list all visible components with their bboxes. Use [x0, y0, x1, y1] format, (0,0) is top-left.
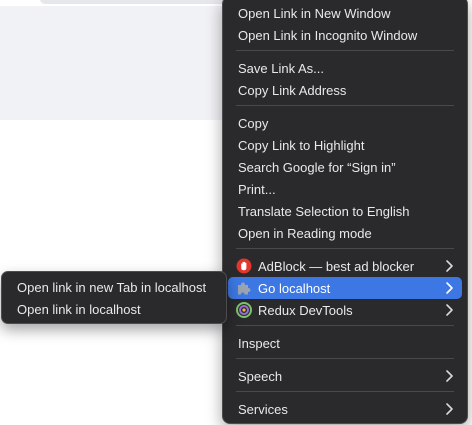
menu-separator [236, 248, 454, 249]
menu-item-label: Save Link As... [238, 60, 324, 76]
menu-item-open-link-incognito[interactable]: Open Link in Incognito Window [228, 24, 462, 46]
redux-devtools-icon [236, 302, 252, 318]
go-localhost-submenu: Open link in new Tab in localhost Open l… [1, 271, 227, 324]
menu-item-label: Print... [238, 181, 276, 197]
menu-separator [236, 391, 454, 392]
menu-item-label: Open Link in Incognito Window [238, 27, 418, 43]
menu-separator [236, 325, 454, 326]
chevron-right-icon [446, 370, 453, 382]
menu-item-label: Open in Reading mode [238, 225, 372, 241]
menu-item-open-reading-mode[interactable]: Open in Reading mode [228, 222, 462, 244]
context-menu: Open Link in New Window Open Link in Inc… [222, 0, 468, 424]
menu-item-redux-devtools[interactable]: Redux DevTools [228, 299, 462, 321]
menu-item-label: Translate Selection to English [238, 203, 410, 219]
menu-separator [236, 50, 454, 51]
menu-item-translate-selection[interactable]: Translate Selection to English [228, 200, 462, 222]
menu-item-print[interactable]: Print... [228, 178, 462, 200]
submenu-item-label: Open link in localhost [17, 301, 141, 317]
menu-item-label: Search Google for “Sign in” [238, 159, 396, 175]
menu-item-label: Go localhost [258, 280, 331, 296]
submenu-item-label: Open link in new Tab in localhost [17, 279, 207, 295]
menu-separator [236, 358, 454, 359]
menu-item-services[interactable]: Services [228, 398, 462, 420]
page-background [0, 0, 240, 120]
menu-item-adblock[interactable]: AdBlock — best ad blocker [228, 255, 462, 277]
menu-item-label: Speech [238, 368, 283, 384]
menu-item-label: Open Link in New Window [238, 5, 391, 21]
submenu-item-open-new-tab-localhost[interactable]: Open link in new Tab in localhost [7, 276, 221, 298]
submenu-item-open-localhost[interactable]: Open link in localhost [7, 298, 221, 320]
adblock-hand-icon [236, 258, 252, 274]
menu-separator [236, 105, 454, 106]
chevron-right-icon [446, 403, 453, 415]
menu-item-copy-link-to-highlight[interactable]: Copy Link to Highlight [228, 134, 462, 156]
menu-item-label: Inspect [238, 335, 280, 351]
menu-item-label: Copy Link Address [238, 82, 347, 98]
menu-item-label: Copy Link to Highlight [238, 137, 365, 153]
page-search-field [40, 0, 240, 4]
menu-item-copy[interactable]: Copy [228, 112, 462, 134]
menu-item-open-link-new-window[interactable]: Open Link in New Window [228, 2, 462, 24]
chevron-right-icon [446, 304, 453, 316]
menu-item-label: Redux DevTools [258, 302, 353, 318]
menu-item-label: Copy [238, 115, 269, 131]
menu-item-inspect[interactable]: Inspect [228, 332, 462, 354]
menu-item-label: Services [238, 401, 288, 417]
menu-item-label: AdBlock — best ad blocker [258, 258, 415, 274]
puzzle-piece-icon [236, 280, 252, 296]
chevron-right-icon [446, 260, 453, 272]
menu-item-copy-link-address[interactable]: Copy Link Address [228, 79, 462, 101]
menu-item-save-link-as[interactable]: Save Link As... [228, 57, 462, 79]
menu-item-speech[interactable]: Speech [228, 365, 462, 387]
menu-item-go-localhost[interactable]: Go localhost [228, 277, 462, 299]
menu-item-search-google[interactable]: Search Google for “Sign in” [228, 156, 462, 178]
chevron-right-icon [446, 282, 453, 294]
